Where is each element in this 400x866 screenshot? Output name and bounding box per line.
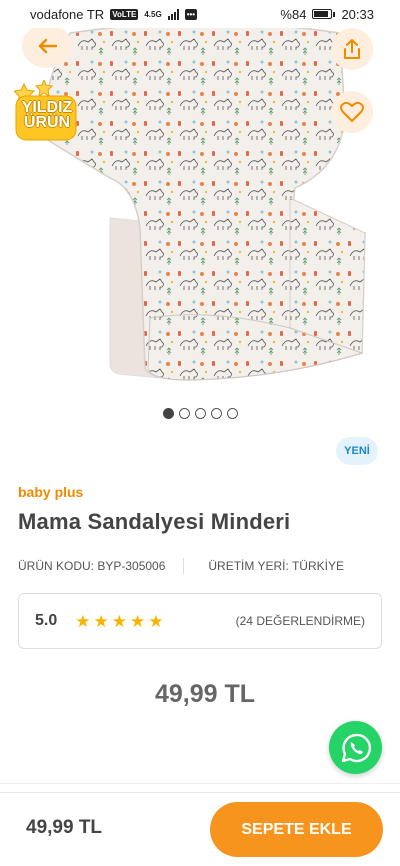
product-image[interactable]: [40, 28, 370, 383]
star-icon: ★: [93, 611, 109, 631]
rating-score: 5.0: [35, 612, 58, 629]
status-left: vodafone TR VoLTE 4.5G •••: [30, 6, 198, 22]
whatsapp-icon: [341, 733, 371, 762]
badge-line-1: YILDIZ: [21, 99, 73, 116]
add-to-cart-button[interactable]: SEPETE EKLE: [210, 802, 383, 857]
gallery-dot[interactable]: [226, 408, 238, 419]
heart-icon: [340, 101, 364, 122]
product-origin: ÜRETİM YERİ: TÜRKİYE: [208, 559, 344, 573]
notification-icon: •••: [184, 8, 198, 20]
bottom-bar: 49,99 TL SEPETE EKLE: [0, 792, 400, 866]
rating-stars: ★ ★ ★ ★ ★: [75, 613, 163, 630]
star-icon: ★: [111, 611, 127, 631]
brand-link[interactable]: baby plus: [18, 484, 83, 500]
badge-line-2: ÜRÜN: [23, 114, 71, 131]
product-title: Mama Sandalyesi Minderi: [18, 509, 291, 534]
gallery-pagination: [0, 408, 400, 419]
new-badge: YENİ: [336, 437, 378, 465]
status-right: %84 20:33: [280, 7, 374, 22]
gallery-dot[interactable]: [178, 408, 190, 419]
star-icon: ★: [148, 611, 164, 631]
gallery-dot[interactable]: [210, 408, 222, 419]
clock: 20:33: [341, 6, 374, 22]
star-product-badge: YILDIZ ÜRÜN: [14, 80, 78, 142]
favorite-button[interactable]: [331, 91, 373, 133]
star-icon: ★: [75, 611, 91, 631]
network-type: 4.5G: [144, 9, 162, 19]
share-button[interactable]: [331, 28, 373, 70]
gallery-dot[interactable]: [194, 408, 206, 419]
product-code: ÜRÜN KODU: BYP-305006: [18, 559, 166, 573]
status-bar: vodafone TR VoLTE 4.5G ••• %84 20:33: [0, 0, 400, 28]
volte-icon: VoLTE: [110, 8, 139, 20]
battery-icon: [312, 9, 336, 19]
whatsapp-button[interactable]: [329, 721, 382, 774]
meta-divider: [183, 558, 185, 574]
signal-icon: [167, 8, 179, 20]
star-icon: ★: [130, 611, 146, 631]
review-count: (24 DEĞERLENDİRME): [235, 614, 365, 628]
battery-percent: %84: [280, 6, 307, 22]
arrow-left-icon: [38, 38, 57, 54]
product-gallery[interactable]: YILDIZ ÜRÜN: [0, 28, 400, 398]
star-badge-label: YILDIZ ÜRÜN: [18, 99, 76, 131]
rating-summary[interactable]: 5.0 ★ ★ ★ ★ ★ (24 DEĞERLENDİRME): [18, 593, 382, 649]
gallery-dot[interactable]: [162, 408, 174, 419]
product-price: 49,99 TL: [154, 680, 256, 708]
share-icon: [344, 39, 360, 59]
carrier-label: vodafone TR: [30, 6, 105, 22]
bottom-price: 49,99 TL: [26, 817, 103, 838]
product-meta: ÜRÜN KODU: BYP-305006 ÜRETİM YERİ: TÜRKİ…: [18, 558, 382, 574]
divider: [0, 783, 400, 784]
